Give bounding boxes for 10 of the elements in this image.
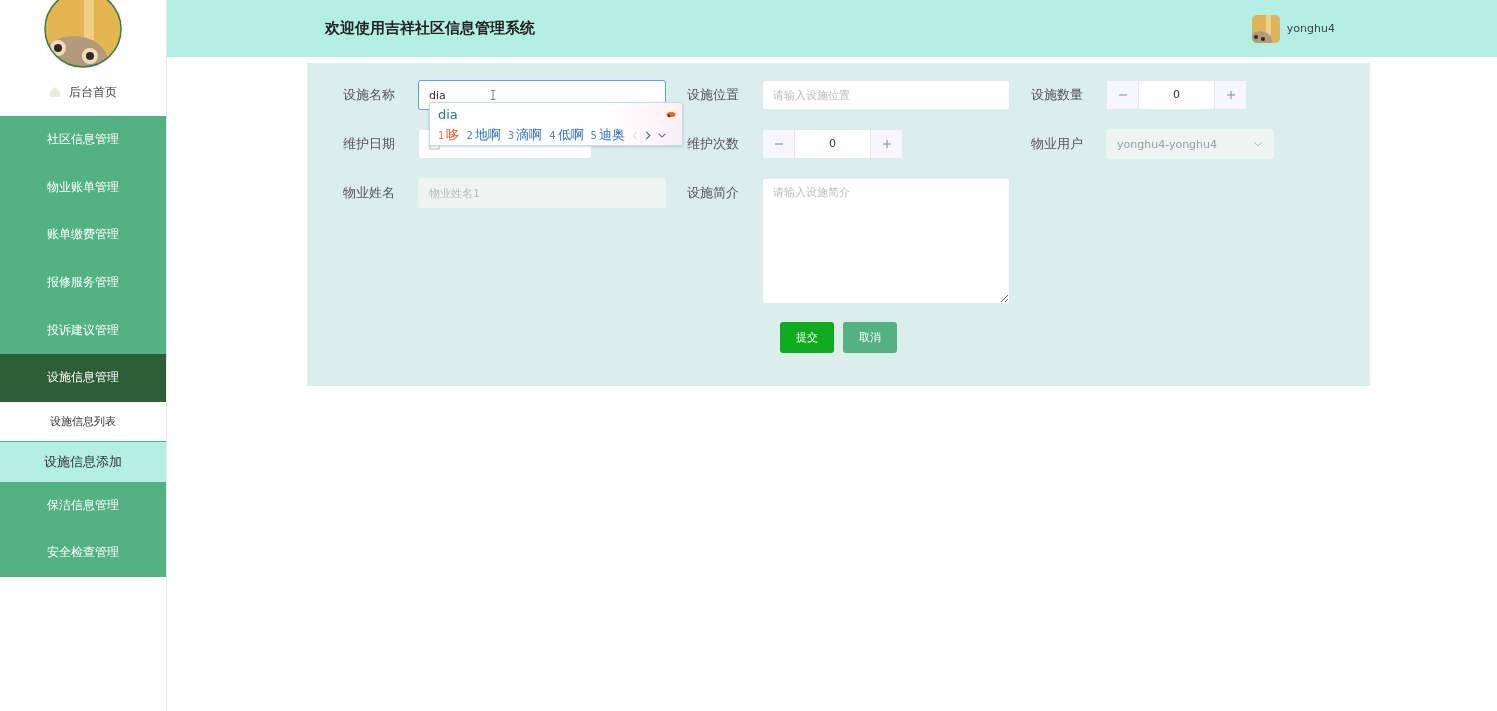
field-label: 设施名称	[343, 86, 396, 104]
field-label: 设施数量	[1031, 86, 1084, 104]
field-label: 物业姓名	[343, 184, 396, 202]
field-label: 维护日期	[343, 135, 396, 153]
username: yonghu4	[1286, 22, 1335, 35]
field-label: 设施位置	[687, 86, 740, 104]
field-label: 维护次数	[687, 135, 740, 153]
field-label: 物业用户	[1031, 135, 1084, 153]
page-title: 欢迎使用吉祥社区信息管理系统	[325, 19, 535, 38]
field-label: 设施简介	[687, 184, 740, 202]
